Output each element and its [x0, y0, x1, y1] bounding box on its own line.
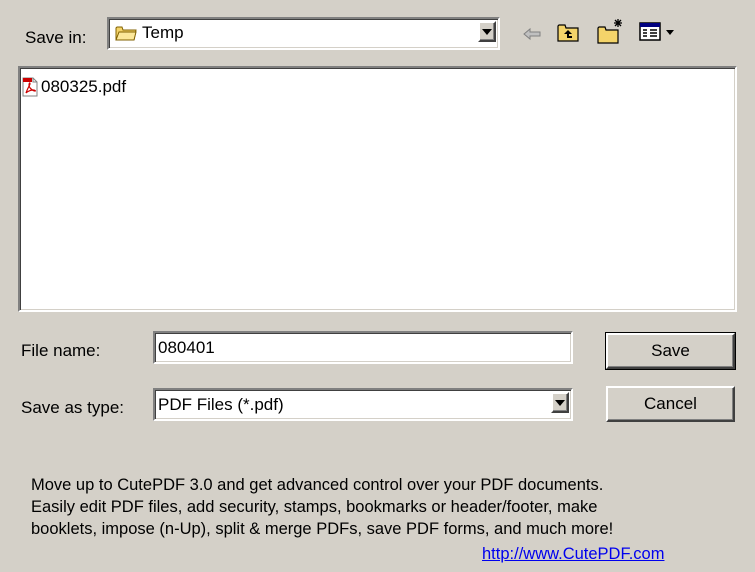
view-menu-icon[interactable]	[638, 20, 678, 44]
cutepdf-link[interactable]: http://www.CutePDF.com	[482, 545, 664, 564]
save-as-type-value: PDF Files (*.pdf)	[158, 395, 284, 414]
pdf-file-icon	[22, 77, 38, 97]
save-in-dropdown-button[interactable]	[478, 21, 496, 42]
file-name-value: 080401	[158, 338, 215, 357]
save-in-label: Save in:	[25, 28, 87, 47]
list-item[interactable]: 080325.pdf	[22, 76, 126, 98]
folder-icon	[115, 24, 137, 47]
save-in-folder-name: Temp	[142, 23, 184, 42]
new-folder-icon[interactable]	[596, 17, 626, 45]
file-name-field[interactable]: 080401	[153, 331, 573, 364]
chevron-down-icon	[555, 399, 565, 406]
up-one-level-icon[interactable]	[555, 20, 581, 44]
promo-line-1: Move up to CutePDF 3.0 and get advanced …	[31, 476, 604, 494]
save-as-type-dropdown-button[interactable]	[551, 392, 569, 413]
cancel-button[interactable]: Cancel	[606, 386, 735, 422]
promo-line-2: Easily edit PDF files, add security, sta…	[31, 498, 598, 516]
file-list[interactable]: 080325.pdf	[18, 66, 737, 312]
file-name-label: 080325.pdf	[41, 77, 127, 96]
save-in-dropdown[interactable]: Temp	[107, 17, 500, 50]
file-name-label: File name:	[21, 341, 101, 360]
promo-line-3: booklets, impose (n-Up), split & merge P…	[31, 520, 614, 538]
save-as-type-label: Save as type:	[21, 398, 125, 417]
chevron-down-icon	[482, 28, 492, 35]
save-as-type-dropdown[interactable]: PDF Files (*.pdf)	[153, 388, 573, 421]
promo-text: Move up to CutePDF 3.0 and get advanced …	[31, 474, 731, 540]
save-button[interactable]: Save	[605, 332, 736, 370]
back-arrow-icon[interactable]	[521, 24, 543, 44]
